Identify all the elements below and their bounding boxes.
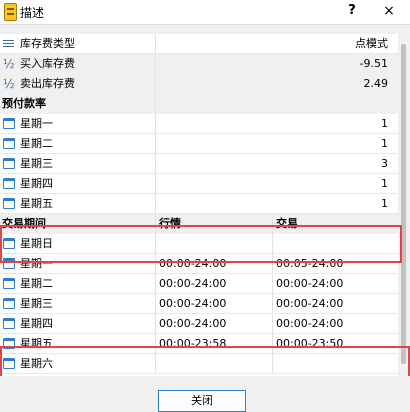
swap-type-row: 库存费类型 点模式 [0,34,398,54]
session-quotes: 00:00-24:00 [159,257,227,270]
prepay-day-label: 星期二 [20,137,53,150]
session-quotes [156,354,272,374]
scrollbar-thumb[interactable] [401,44,406,364]
session-row: 星期六 [0,354,398,374]
swap-sell-label: 卖出库存费 [20,77,75,90]
calendar-icon [3,298,15,309]
sessions-header: 交易期间 [2,217,46,230]
vertical-scrollbar[interactable] [398,34,410,376]
list-icon [3,40,14,48]
prepay-row: 星期四 1 [0,174,398,194]
fraction-icon: ½ [3,57,15,71]
session-row: 星期四 00:00-24:00 00:00-24:00 [0,314,398,334]
prepay-row: 星期一 1 [0,114,398,134]
calendar-icon [3,338,15,349]
session-quotes: 00:00-24:00 [159,277,227,290]
session-day-label: 星期四 [20,317,53,330]
calendar-icon [3,198,15,209]
close-button[interactable]: 关闭 [158,390,246,412]
session-quotes [156,234,272,254]
calendar-icon [3,138,15,149]
swap-buy-row: ½ 买入库存费 -9.51 [0,54,398,74]
window-title: 描述 [20,6,45,20]
prepay-row: 星期二 1 [0,134,398,154]
swap-sell-value: 2.49 [363,77,389,90]
session-day-label: 星期六 [20,357,53,370]
session-day-label: 星期一 [20,257,53,270]
calendar-icon [3,158,15,169]
prepay-row: 星期三 3 [0,154,398,174]
session-day-label: 星期日 [20,237,53,250]
calendar-icon [3,318,15,329]
session-trade [273,234,394,254]
session-row: 星期一 00:00-24:00 00:05-24:00 [0,254,398,274]
prepay-day-value: 1 [381,137,388,150]
calendar-icon [3,358,15,369]
session-trade: 00:00-24:00 [276,297,344,310]
session-row: 星期三 00:00-24:00 00:00-24:00 [0,294,398,314]
quotes-column-header: 行情 [159,217,181,230]
prepay-row: 星期五 1 [0,194,398,214]
session-trade [273,354,394,374]
prepay-day-value: 1 [381,197,388,210]
session-quotes: 00:00-24:00 [159,317,227,330]
session-quotes: 00:00-23:58 [159,337,227,350]
session-row: 星期五 00:00-23:58 00:00-23:50 [0,334,398,354]
prepay-header-row: 预付款率 [0,94,398,114]
swap-buy-value: -9.51 [359,57,388,70]
swap-type-label: 库存费类型 [20,37,75,50]
prepay-header: 预付款率 [2,97,46,110]
session-trade: 00:00-23:50 [276,337,344,350]
session-trade: 00:00-24:00 [276,317,344,330]
session-day-label: 星期二 [20,277,53,290]
fraction-icon: ½ [3,77,15,91]
swap-buy-label: 买入库存费 [20,57,75,70]
session-row: 星期二 00:00-24:00 00:00-24:00 [0,274,398,294]
trade-column-header: 交易 [276,217,298,230]
prepay-day-label: 星期五 [20,197,53,210]
session-trade: 00:05-24:00 [276,257,344,270]
properties-list[interactable]: 库存费类型 点模式 ½ 买入库存费 -9.51 ½ 卖出库存费 2.49 预付款… [0,34,398,376]
prepay-day-label: 星期三 [20,157,53,170]
calendar-icon [3,278,15,289]
close-window-button[interactable]: × [380,2,398,20]
prepay-day-label: 星期一 [20,117,53,130]
app-icon [4,3,17,21]
session-day-label: 星期五 [20,337,53,350]
sessions-header-row: 交易期间 行情 交易 [0,214,398,234]
prepay-day-label: 星期四 [20,177,53,190]
session-trade: 00:00-24:00 [276,277,344,290]
prepay-day-value: 1 [381,177,388,190]
calendar-icon [3,118,15,129]
help-button[interactable]: ? [344,2,360,20]
calendar-icon [3,258,15,269]
prepay-day-value: 1 [381,117,388,130]
session-row: 星期日 [0,234,398,254]
swap-sell-row: ½ 卖出库存费 2.49 [0,74,398,94]
swap-type-value: 点模式 [355,37,388,50]
calendar-icon [3,238,15,249]
prepay-day-value: 3 [381,157,388,170]
session-day-label: 星期三 [20,297,53,310]
session-quotes: 00:00-24:00 [159,297,227,310]
calendar-icon [3,178,15,189]
title-bar: 描述 ? × [0,0,410,25]
